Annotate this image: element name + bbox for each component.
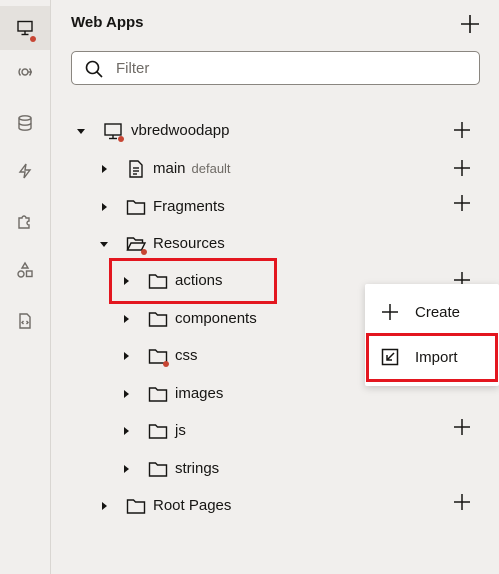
add-icon[interactable] (451, 416, 473, 438)
rail-source[interactable] (0, 299, 50, 343)
desktop-icon (17, 20, 33, 36)
folder-icon (148, 462, 168, 477)
tree-node-fragments[interactable]: Fragments (52, 192, 499, 222)
status-dot (141, 249, 147, 255)
caret-down-icon[interactable] (97, 237, 111, 251)
tree-label-sub: default (191, 161, 231, 176)
database-icon (18, 115, 32, 131)
highlight-actions (109, 258, 277, 304)
lightning-icon (18, 163, 32, 179)
folder-icon (126, 200, 146, 215)
tree-label-main: main (153, 160, 186, 177)
rail-business-objects[interactable] (0, 101, 50, 145)
tree-label: strings (175, 460, 220, 477)
add-icon[interactable] (451, 491, 473, 513)
caret-down-icon[interactable] (74, 124, 88, 138)
tree-label: components (175, 310, 257, 327)
rail-processes[interactable] (0, 149, 50, 193)
status-dot (30, 36, 36, 42)
status-dot (163, 361, 169, 367)
add-web-app-icon[interactable] (458, 12, 482, 36)
caret-right-icon[interactable] (119, 462, 133, 476)
folder-icon (148, 312, 168, 327)
tree-label: js (175, 422, 186, 439)
highlight-import (366, 333, 498, 382)
tree-label: main default (153, 160, 231, 177)
caret-right-icon[interactable] (97, 200, 111, 214)
caret-right-icon[interactable] (119, 349, 133, 363)
add-icon[interactable] (451, 157, 473, 179)
caret-right-icon[interactable] (119, 387, 133, 401)
document-icon (129, 160, 143, 178)
caret-right-icon[interactable] (119, 312, 133, 326)
rail-services[interactable] (0, 50, 50, 94)
rail-web-apps[interactable] (0, 6, 50, 50)
tree-label: Fragments (153, 198, 225, 215)
search-icon (85, 60, 103, 78)
add-icon[interactable] (451, 192, 473, 214)
tree-label: Resources (153, 235, 225, 252)
status-dot (118, 136, 124, 142)
tree-label: vbredwoodapp (131, 122, 230, 139)
menu-item-create[interactable]: Create (365, 290, 499, 334)
filter-field[interactable] (71, 51, 480, 85)
plus-icon (382, 304, 398, 320)
tree-label: css (175, 347, 198, 364)
activity-rail (0, 0, 51, 574)
tree-label: images (175, 385, 224, 402)
tree-node-main[interactable]: main default (52, 154, 499, 184)
shapes-icon (17, 261, 33, 278)
tree-node-root-pages[interactable]: Root Pages (52, 491, 499, 521)
caret-right-icon[interactable] (97, 162, 111, 176)
service-icon (18, 68, 32, 76)
code-file-icon (19, 313, 31, 329)
panel-title: Web Apps (71, 14, 144, 31)
add-icon[interactable] (451, 119, 473, 141)
folder-icon (126, 499, 146, 514)
tree-node-app[interactable]: vbredwoodapp (52, 116, 499, 146)
tree-node-js[interactable]: js (52, 416, 499, 446)
tree-node-resources[interactable]: Resources (52, 229, 499, 259)
puzzle-icon (18, 215, 30, 229)
rail-layouts[interactable] (0, 248, 50, 292)
caret-right-icon[interactable] (119, 424, 133, 438)
folder-icon (148, 387, 168, 402)
folder-icon (148, 424, 168, 439)
filter-input[interactable] (116, 58, 456, 78)
rail-components[interactable] (0, 200, 50, 244)
tree-label: Root Pages (153, 497, 232, 514)
tree-node-strings[interactable]: strings (52, 454, 499, 484)
menu-label-create: Create (415, 303, 461, 321)
caret-right-icon[interactable] (97, 499, 111, 513)
